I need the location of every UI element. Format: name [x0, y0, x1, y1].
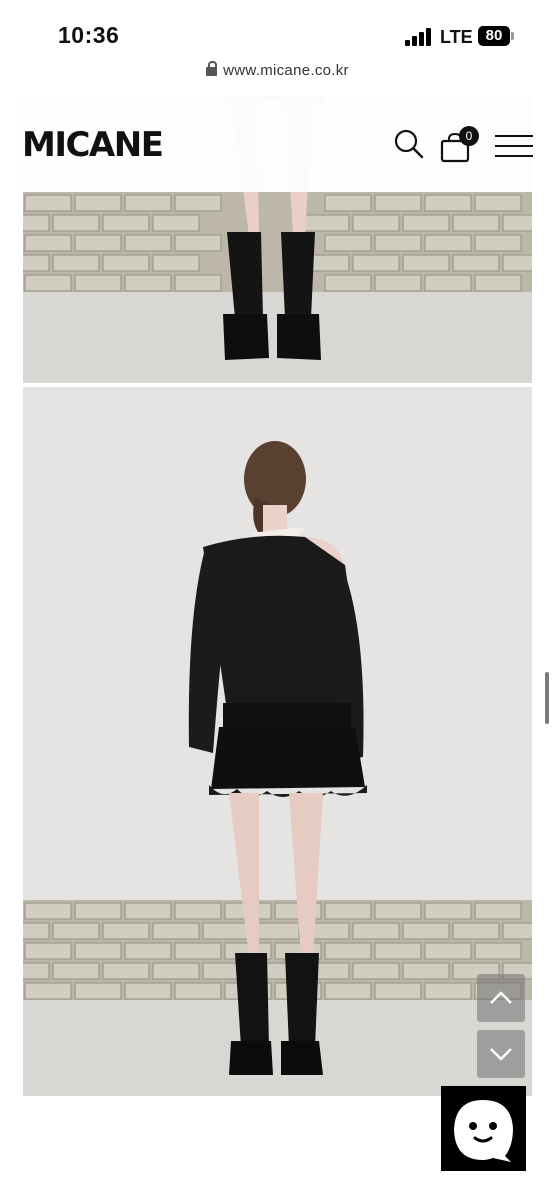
hamburger-menu-icon[interactable]: [495, 134, 533, 158]
network-type: LTE: [440, 27, 473, 47]
cart-count-badge: 0: [459, 126, 479, 146]
lock-icon: [206, 61, 218, 76]
product-images: [23, 96, 532, 1096]
page-scrollbar[interactable]: [545, 672, 549, 724]
address-bar[interactable]: www.micane.co.kr: [0, 61, 555, 94]
signal-icon: [405, 28, 431, 46]
search-icon[interactable]: [393, 128, 425, 160]
site-logo[interactable]: MICANE: [22, 125, 164, 165]
product-photo-full: [23, 387, 532, 1096]
scroll-top-button[interactable]: [477, 974, 525, 1022]
status-time: 10:36: [58, 22, 120, 48]
status-bar: 10:36 LTE 80: [0, 0, 555, 62]
scroll-bottom-button[interactable]: [477, 1030, 525, 1078]
battery-icon: 80: [478, 26, 510, 46]
model-figure: [188, 441, 367, 1075]
url-text: www.micane.co.kr: [223, 62, 349, 79]
battery-tip: [511, 32, 514, 40]
chat-button[interactable]: [441, 1086, 526, 1171]
chevron-down-icon: [490, 1048, 512, 1061]
chevron-up-icon: [490, 991, 512, 1004]
chat-bot-icon: [454, 1100, 513, 1162]
